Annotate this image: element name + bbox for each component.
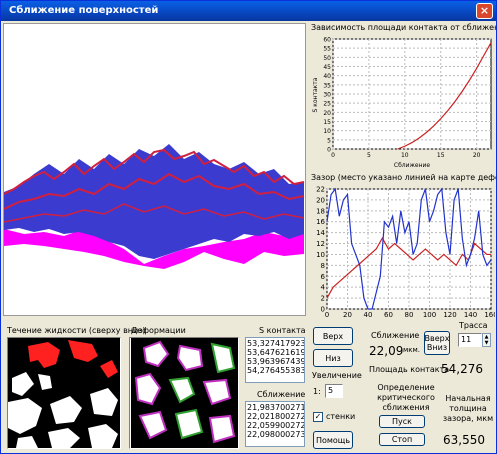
surface-3d-view[interactable] — [3, 23, 306, 316]
gap-label: Начальная толщина зазора, мкм — [442, 394, 494, 423]
trace-value: 11 — [461, 335, 472, 344]
x-tick-label: 0 — [331, 152, 335, 159]
gap-chart: 0246810121416182022020406080100120140160 — [316, 186, 495, 320]
x-tick-label: 5 — [367, 152, 371, 159]
list-item[interactable]: 22,02180027217 — [247, 412, 304, 421]
y-tick-label: 15 — [323, 119, 331, 126]
list-item[interactable]: 21,98370027170 — [247, 403, 304, 412]
updown-button[interactable]: Вверх Вниз — [424, 331, 450, 355]
s-contact-label: S контакта — [259, 326, 306, 335]
zoom-prefix: 1: — [313, 387, 321, 396]
y-tick-label: 40 — [323, 73, 331, 80]
y-tick-label: 8 — [321, 262, 325, 270]
plot-area — [332, 38, 492, 150]
list-item[interactable]: 22,09800027311! — [247, 430, 304, 439]
y-tick-label: 25 — [323, 101, 331, 108]
approach-unit: мкм. — [403, 346, 421, 354]
zoom-input[interactable]: 5 — [325, 384, 343, 398]
y-tick-label: 20 — [316, 196, 325, 204]
x-tick-label: 60 — [384, 311, 393, 319]
deform-panel-label: Деформации — [131, 326, 186, 335]
y-tick-label: 50 — [323, 55, 331, 62]
list-item[interactable]: 53,6476216195! — [247, 348, 304, 357]
walls-checkbox[interactable]: ✓ — [313, 412, 323, 422]
y-tick-label: 5 — [327, 137, 331, 144]
zoom-label: Увеличение — [312, 371, 362, 380]
approach-value: 22,09 — [369, 344, 404, 358]
area-chart-title: Зависимость площади контакта от сближени… — [311, 23, 497, 32]
area-chart: 0510152025303540455055600 5 10 15 20S контак… — [312, 37, 492, 169]
flow-panel-label: Течение жидкости (сверху вниз) — [7, 326, 146, 335]
s-contact-list[interactable]: 53,3274179236! 53,6476216195! 53,9639674… — [245, 337, 305, 383]
y-tick-label: 14 — [316, 229, 325, 237]
area-chart-xlabel: Сближение — [394, 162, 431, 169]
contact-area-label: Площадь контакта — [369, 365, 450, 374]
flow-map-image — [8, 340, 118, 448]
y-tick-label: 10 — [316, 251, 325, 259]
y-tick-label: 18 — [316, 207, 325, 215]
x-tick-label: 40 — [364, 311, 373, 319]
gap-chart-title: Зазор (место указано линией на карте деф… — [311, 173, 496, 182]
area-chart-ylabel: S контакта — [312, 77, 319, 112]
up-button[interactable]: Верх — [313, 327, 353, 345]
list-item[interactable]: 53,9639674395! — [247, 357, 304, 366]
y-tick-label: 16 — [316, 218, 325, 226]
stop-button[interactable]: Стоп — [379, 433, 425, 446]
y-tick-label: 2 — [321, 295, 325, 303]
y-tick-label: 30 — [323, 92, 331, 99]
x-tick-label: 80 — [405, 311, 414, 319]
down-button[interactable]: Низ — [313, 349, 353, 367]
y-tick-label: 10 — [323, 128, 331, 135]
title-bar[interactable]: Сближение поверхностей × — [1, 1, 496, 21]
y-tick-label: 20 — [323, 110, 331, 117]
x-tick-label: 140 — [464, 311, 477, 319]
help-button[interactable]: Помощь — [313, 431, 353, 449]
y-tick-label: 45 — [323, 64, 331, 71]
flow-map[interactable] — [7, 337, 121, 449]
x-tick-label: 10 — [401, 152, 409, 159]
list-item[interactable]: 53,3274179236! — [247, 339, 304, 348]
deformation-map-image — [129, 338, 236, 448]
walls-label: стенки — [326, 412, 356, 421]
x-tick-label: 160 — [484, 311, 495, 319]
zoom-value: 5 — [328, 386, 334, 395]
y-tick-label: 4 — [321, 284, 326, 292]
trace-spin-buttons[interactable]: ▲ ▼ — [482, 333, 491, 347]
x-tick-label: 120 — [443, 311, 456, 319]
trace-spinner[interactable]: 11 — [458, 333, 482, 347]
y-tick-label: 60 — [323, 37, 331, 44]
y-tick-label: 12 — [316, 240, 325, 248]
area-chart-panel: Зависимость площади контакта от сближени… — [309, 23, 497, 171]
window-title: Сближение поверхностей — [9, 5, 159, 16]
approach-list-label: Сближение — [257, 390, 306, 399]
x-tick-label: 20 — [473, 152, 481, 159]
gap-value: 63,550 — [443, 433, 485, 447]
contact-area-value: 54,276 — [441, 362, 483, 376]
start-button[interactable]: Пуск — [379, 415, 425, 428]
x-tick-label: 15 — [437, 152, 445, 159]
x-tick-label: 20 — [343, 311, 352, 319]
y-tick-label: 22 — [316, 186, 325, 194]
y-tick-label: 35 — [323, 82, 331, 89]
main-window: Сближение поверхностей × Зависимость пло… — [0, 0, 497, 454]
deformation-map[interactable] — [129, 337, 239, 449]
close-button[interactable]: × — [476, 3, 493, 19]
y-tick-label: 55 — [323, 46, 331, 53]
list-item[interactable]: 54,2764553836! — [247, 366, 304, 375]
y-tick-label: 6 — [321, 273, 326, 281]
approach-title: Сближение — [371, 331, 420, 340]
surface-3d-plot — [3, 144, 305, 269]
trace-label: Трасса — [459, 321, 488, 330]
approach-list[interactable]: 21,98370027170 22,02180027217 22,0599002… — [245, 401, 305, 447]
x-tick-label: 0 — [325, 311, 329, 319]
gap-chart-panel: Зазор (место указано линией на карте деф… — [309, 173, 496, 321]
critical-label: Определение критического сближения — [377, 383, 435, 412]
list-item[interactable]: 22,05990027264! — [247, 421, 304, 430]
x-tick-label: 100 — [423, 311, 436, 319]
